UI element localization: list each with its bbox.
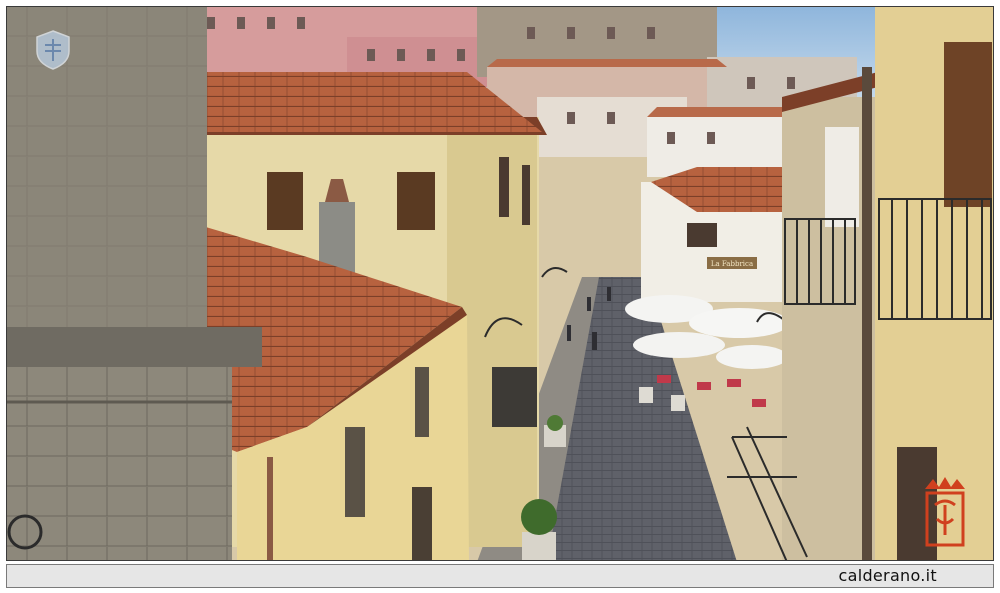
cafe-umbrellas [625, 295, 789, 411]
photo-viewer: La Fabbrica calderano.it [0, 0, 1000, 593]
caption-bar: calderano.it [6, 564, 994, 588]
street-photo: La Fabbrica [6, 6, 994, 561]
logo-watermark-icon [925, 477, 965, 547]
window [267, 172, 303, 230]
street-scene-illustration: La Fabbrica [7, 7, 993, 560]
crest-watermark-icon [36, 30, 70, 70]
shutter [944, 42, 992, 207]
site-caption: calderano.it [838, 566, 937, 585]
shop-sign-label: La Fabbrica [711, 260, 753, 268]
window [397, 172, 435, 230]
